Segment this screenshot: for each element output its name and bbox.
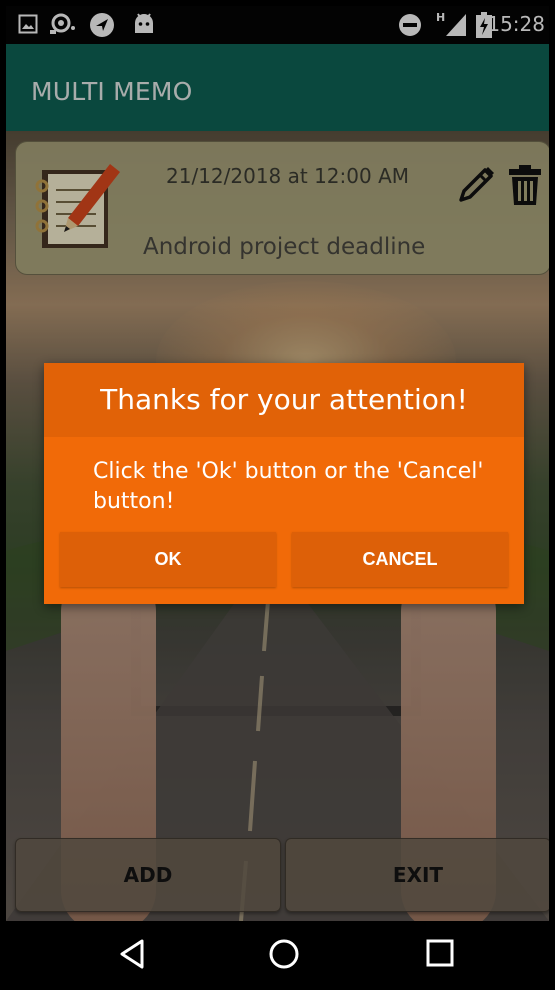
cancel-button[interactable]: CANCEL bbox=[292, 532, 508, 587]
back-icon[interactable] bbox=[118, 938, 146, 970]
dialog-title: Thanks for your attention! bbox=[100, 383, 468, 416]
alert-dialog: Thanks for your attention! Click the 'Ok… bbox=[44, 363, 524, 604]
dialog-header: Thanks for your attention! bbox=[44, 363, 524, 437]
ok-button[interactable]: OK bbox=[60, 532, 276, 587]
navigation-bar bbox=[6, 921, 549, 990]
home-icon[interactable] bbox=[268, 938, 300, 970]
dialog-message: Click the 'Ok' button or the 'Cancel' bu… bbox=[93, 459, 484, 514]
phone-screen: H 15:28 MULTI MEMO 21/12/2018 at 12:00 A… bbox=[6, 6, 549, 990]
recents-icon[interactable] bbox=[426, 939, 454, 967]
